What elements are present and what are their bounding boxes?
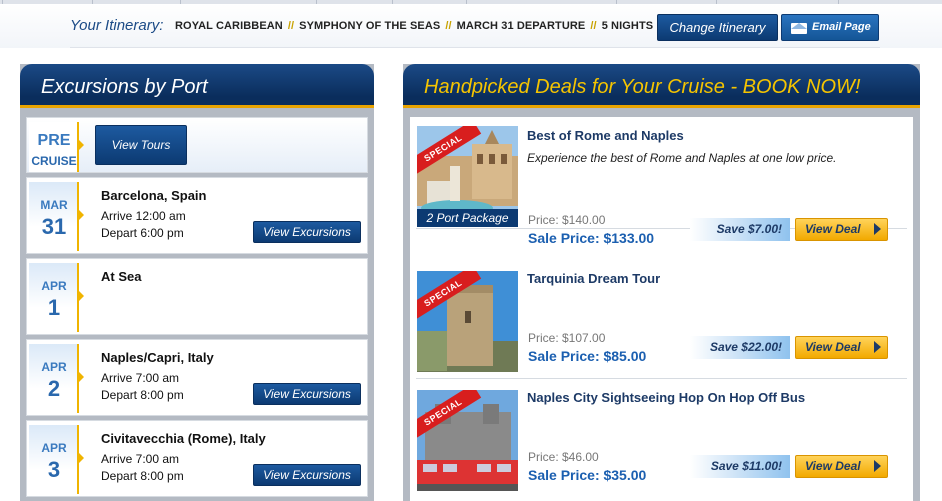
deal-title[interactable]: Naples City Sightseeing Hop On Hop Off B… (527, 390, 805, 405)
pre-cruise-badge: PRE CRUISE (29, 122, 79, 172)
port-arrive: Arrive 7:00 am (101, 452, 180, 466)
deal-image-tarquinia-tower[interactable]: SPECIAL (417, 271, 518, 372)
port-name: At Sea (101, 269, 142, 284)
itinerary-details: ROYAL CARIBBEAN // SYMPHONY OF THE SEAS // M… (175, 20, 653, 32)
deal-item: SPECIAL Naples City Sightseeing Hop On H… (416, 379, 907, 501)
deal-image-naples-bus[interactable]: SPECIAL (417, 390, 518, 491)
port-row: APR 1 At Sea (26, 258, 368, 335)
port-name: Naples/Capri, Italy (101, 350, 214, 365)
port-arrive: Arrive 12:00 am (101, 209, 186, 223)
port-month: APR (41, 360, 67, 374)
view-deal-label: View Deal (805, 340, 861, 354)
view-deal-button[interactable]: View Deal (795, 336, 888, 359)
itinerary-nights: 5 NIGHTS (601, 20, 654, 32)
arrow-icon (79, 453, 84, 463)
deal-description: Experience the best of Rome and Naples a… (527, 151, 837, 165)
email-page-label: Email Page (812, 21, 871, 33)
port-day: 31 (41, 214, 67, 239)
port-row: APR 3 Civitavecchia (Rome), Italy Arrive… (26, 420, 368, 497)
arrow-icon (79, 210, 84, 220)
port-date: APR 2 (29, 344, 79, 413)
cruise-label: CRUISE (31, 154, 77, 168)
port-day: 1 (47, 295, 61, 320)
itinerary-label: Your Itinerary: (70, 17, 164, 34)
view-excursions-button[interactable]: View Excursions (253, 383, 361, 405)
divider (70, 47, 880, 48)
port-month: MAR (40, 198, 68, 212)
port-arrive: Arrive 7:00 am (101, 371, 180, 385)
view-deal-label: View Deal (805, 459, 861, 473)
arrow-icon (79, 372, 84, 382)
deals-panel: Handpicked Deals for Your Cruise - BOOK … (403, 64, 920, 501)
excursions-title: Excursions by Port (41, 76, 208, 98)
port-date: MAR 31 (29, 182, 79, 251)
chevron-right-icon (874, 460, 881, 472)
port-date: APR 3 (29, 425, 79, 494)
deal-item: SPECIAL Tarquinia Dream Tour Price: $107… (416, 260, 907, 379)
arrow-icon (79, 291, 84, 301)
deals-list: SPECIAL 2 Port Package Best of Rome and … (410, 117, 913, 501)
itinerary-separator: // (590, 20, 597, 32)
port-name: Civitavecchia (Rome), Italy (101, 431, 266, 446)
itinerary-bar: Your Itinerary: ROYAL CARIBBEAN // SYMPHON… (0, 4, 942, 48)
deal-price: Price: $140.00 (528, 213, 606, 227)
view-deal-button[interactable]: View Deal (795, 455, 888, 478)
deal-save-amount: Save $11.00! (690, 455, 790, 478)
view-tours-button[interactable]: View Tours (95, 125, 187, 165)
view-deal-button[interactable]: View Deal (795, 218, 888, 241)
pre-cruise-row: PRE CRUISE View Tours (26, 117, 368, 173)
change-itinerary-button[interactable]: Change Itinerary (657, 14, 778, 41)
deal-title[interactable]: Best of Rome and Naples (527, 128, 684, 143)
port-row: APR 2 Naples/Capri, Italy Arrive 7:00 am… (26, 339, 368, 416)
port-day: 2 (47, 376, 61, 401)
chevron-right-icon (874, 223, 881, 235)
excursions-panel: Excursions by Port PRE CRUISE View Tours… (20, 64, 374, 501)
itinerary-departure: MARCH 31 DEPARTURE (456, 20, 586, 32)
port-month: APR (41, 279, 67, 293)
itinerary-cruise-line: ROYAL CARIBBEAN (175, 20, 283, 32)
port-date: APR 1 (29, 263, 79, 332)
port-depart: Depart 6:00 pm (101, 226, 184, 240)
deal-item: SPECIAL 2 Port Package Best of Rome and … (416, 117, 907, 246)
deal-save-amount: Save $7.00! (690, 218, 790, 241)
deal-sale-price: Sale Price: $85.00 (528, 348, 647, 364)
port-name: Barcelona, Spain (101, 188, 207, 203)
port-month: APR (41, 441, 67, 455)
view-excursions-button[interactable]: View Excursions (253, 221, 361, 243)
chevron-right-icon (874, 341, 881, 353)
deals-title: Handpicked Deals for Your Cruise - BOOK … (424, 76, 861, 98)
excursions-header: Excursions by Port (20, 64, 374, 108)
envelope-icon (791, 23, 807, 34)
deal-title[interactable]: Tarquinia Dream Tour (527, 271, 660, 286)
arrow-icon (79, 140, 84, 150)
itinerary-ship: SYMPHONY OF THE SEAS (299, 20, 441, 32)
deal-image-rome-fountain[interactable]: SPECIAL 2 Port Package (417, 126, 518, 227)
deal-save-amount: Save $22.00! (690, 336, 790, 359)
package-badge: 2 Port Package (417, 209, 518, 227)
deal-price: Price: $46.00 (528, 450, 599, 464)
port-day: 3 (47, 457, 61, 482)
port-depart: Depart 8:00 pm (101, 469, 184, 483)
port-depart: Depart 8:00 pm (101, 388, 184, 402)
port-row: MAR 31 Barcelona, Spain Arrive 12:00 am … (26, 177, 368, 254)
deal-price: Price: $107.00 (528, 331, 606, 345)
view-excursions-button[interactable]: View Excursions (253, 464, 361, 486)
view-deal-label: View Deal (805, 222, 861, 236)
deal-sale-price: Sale Price: $133.00 (528, 230, 655, 246)
deals-header: Handpicked Deals for Your Cruise - BOOK … (403, 64, 920, 108)
email-page-button[interactable]: Email Page (781, 14, 879, 41)
pre-label: PRE (37, 132, 71, 149)
deal-sale-price: Sale Price: $35.00 (528, 467, 647, 483)
itinerary-separator: // (445, 20, 452, 32)
itinerary-separator: // (287, 20, 295, 32)
